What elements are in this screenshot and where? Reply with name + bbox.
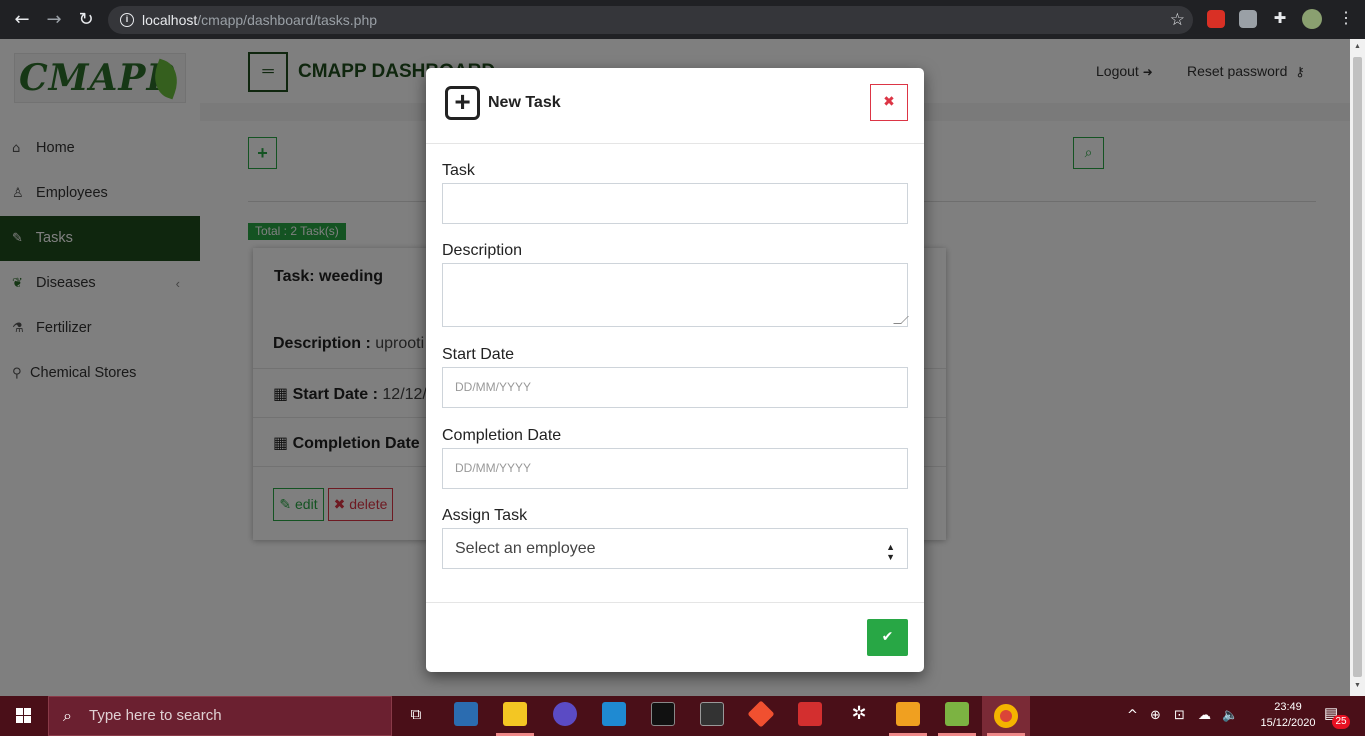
clock-date: 15/12/2020 <box>1260 717 1316 729</box>
notification-count-badge: 25 <box>1332 715 1350 729</box>
close-icon: ✖ <box>883 94 895 110</box>
file-explorer-icon[interactable] <box>503 702 527 726</box>
browser-menu-icon[interactable]: ⋮ <box>1337 10 1355 28</box>
windows-logo-icon <box>16 708 32 724</box>
completion-date-input[interactable]: DD/MM/YYYY <box>442 448 908 489</box>
browser-toolbar: ← → ↻ i localhost/cmapp/dashboard/tasks.… <box>0 0 1365 39</box>
assign-employee-select[interactable]: Select an employee ▲ ▼ <box>442 528 908 569</box>
url-host: localhost <box>142 12 198 28</box>
spider-app-icon[interactable]: ✲ <box>847 702 871 726</box>
task-view-icon[interactable]: ⧉ <box>404 702 428 726</box>
address-bar[interactable]: i localhost/cmapp/dashboard/tasks.php ☆ <box>108 6 1193 34</box>
page-scrollbar[interactable]: ▲ ▼ <box>1350 39 1365 696</box>
plus-square-icon: + <box>445 86 480 120</box>
adblock-extension-icon[interactable] <box>1207 10 1225 28</box>
show-hidden-icons[interactable]: ^ <box>1127 696 1138 736</box>
layers-app-icon[interactable] <box>945 702 969 726</box>
scrollbar-thumb[interactable] <box>1353 57 1362 677</box>
meet-now-icon[interactable]: ⊡ <box>1174 696 1185 736</box>
chrome-icon <box>994 704 1018 728</box>
close-button[interactable]: ✖ <box>870 84 908 121</box>
terminal-icon[interactable] <box>651 702 675 726</box>
modal-header: + New Task ✖ <box>426 68 924 144</box>
reload-icon[interactable]: ↻ <box>74 8 98 32</box>
language-icon[interactable]: ⊕ <box>1150 696 1161 736</box>
vscode-icon[interactable] <box>602 702 626 726</box>
new-task-modal: + New Task ✖ Task Description Start Date… <box>426 68 924 672</box>
search-icon: ⌕ <box>63 706 72 725</box>
app-icon-1[interactable] <box>454 702 478 726</box>
assign-task-field-label: Assign Task <box>442 507 528 524</box>
start-date-input[interactable]: DD/MM/YYYY <box>442 367 908 408</box>
modal-footer-divider <box>426 602 924 603</box>
app-icon-3[interactable] <box>553 702 577 726</box>
clock-time: 23:49 <box>1274 701 1302 713</box>
taskbar-search-box[interactable]: ⌕ Type here to search <box>48 696 392 736</box>
modal-title: New Task <box>488 94 561 111</box>
scroll-up-icon[interactable]: ▲ <box>1353 43 1362 53</box>
description-textarea[interactable] <box>442 263 909 327</box>
task-input[interactable] <box>442 183 908 224</box>
profile-avatar[interactable] <box>1302 9 1322 29</box>
info-icon[interactable]: i <box>120 13 134 27</box>
select-updown-icon: ▲ ▼ <box>886 542 895 562</box>
windows-taskbar: ⌕ Type here to search ⧉ ✲ ^ ⊕ ⊡ ☁ 🔈 23:4… <box>0 696 1365 736</box>
forward-icon[interactable]: → <box>42 8 66 32</box>
taskbar-search-placeholder: Type here to search <box>89 707 222 724</box>
check-icon: ✔ <box>881 629 894 645</box>
onedrive-icon[interactable]: ☁ <box>1198 696 1211 736</box>
description-field-label: Description <box>442 242 523 259</box>
save-task-button[interactable]: ✔ <box>867 619 908 656</box>
chrome-taskbar-button[interactable] <box>982 696 1030 736</box>
scroll-down-icon[interactable]: ▼ <box>1353 682 1362 692</box>
arduino-icon[interactable] <box>798 702 822 726</box>
app-icon-6[interactable] <box>700 702 724 726</box>
url-path: /cmapp/dashboard/tasks.php <box>197 12 378 28</box>
volume-icon[interactable]: 🔈 <box>1222 696 1238 736</box>
bookmark-star-icon[interactable]: ☆ <box>1170 6 1185 34</box>
completion-date-field-label: Completion Date <box>442 427 562 444</box>
assign-employee-selected: Select an employee <box>455 540 596 557</box>
git-icon[interactable] <box>747 700 775 728</box>
resize-handle-icon[interactable] <box>893 316 909 324</box>
extensions-puzzle-icon[interactable]: ✚ <box>1271 10 1289 28</box>
back-icon[interactable]: ← <box>10 8 34 32</box>
system-clock[interactable]: 23:49 15/12/2020 <box>1256 699 1320 731</box>
start-date-field-label: Start Date <box>442 346 515 363</box>
start-button[interactable] <box>0 696 48 736</box>
page: CMAPP ⌂ Home ♙ Employees ✎ Tasks ❦ Disea… <box>0 39 1350 696</box>
download-extension-icon[interactable] <box>1239 10 1257 28</box>
task-field-label: Task <box>442 162 475 179</box>
sublime-text-icon[interactable] <box>896 702 920 726</box>
